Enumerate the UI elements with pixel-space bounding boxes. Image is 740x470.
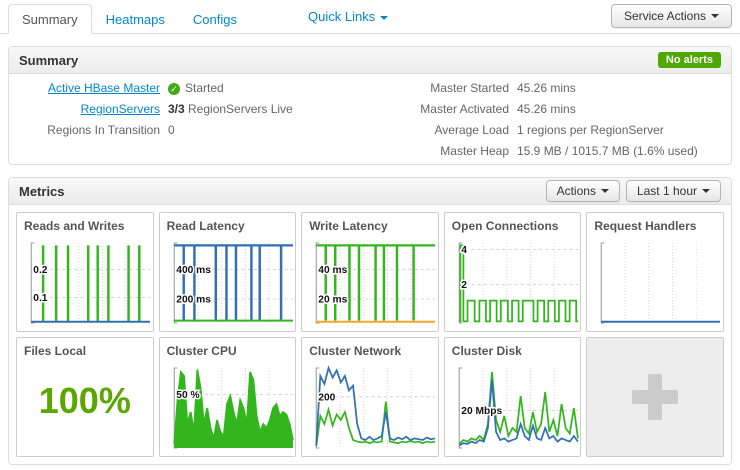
plus-icon: [632, 374, 678, 420]
tab-configs[interactable]: Configs: [179, 5, 251, 33]
metric-title-cluster-network: Cluster Network: [309, 344, 431, 358]
svg-text:200: 200: [318, 392, 335, 403]
svg-text:0.2: 0.2: [33, 265, 48, 276]
summary-panel-title: Summary: [19, 53, 78, 68]
chart-cluster-cpu: 50 %: [164, 365, 295, 451]
chevron-down-icon: [711, 14, 719, 18]
chart-reads-and-writes: 0.2 0.1: [21, 240, 152, 326]
svg-text:20 ms: 20 ms: [318, 295, 347, 306]
metric-title-cluster-cpu: Cluster CPU: [167, 344, 289, 358]
regionservers-link[interactable]: RegionServers: [15, 99, 160, 120]
summary-right-column: Master Started45.26 minsMaster Activated…: [309, 78, 737, 162]
regionservers-ratio: 3/3: [168, 102, 188, 116]
svg-text:4: 4: [461, 245, 467, 256]
svg-text:200 ms: 200 ms: [176, 295, 211, 306]
master-heap-value: 15.9 MB / 1015.7 MB (1.6% used): [517, 141, 698, 162]
metrics-panel-heading: Metrics Actions Last 1 hour: [9, 178, 731, 205]
svg-text:400 ms: 400 ms: [176, 265, 211, 276]
chevron-down-icon: [601, 189, 609, 193]
svg-text:2: 2: [461, 280, 467, 291]
master-started-label: Master Started: [309, 78, 509, 99]
metric-title-open-connections: Open Connections: [452, 219, 574, 233]
regionservers-value: 3/3 RegionServers Live: [168, 99, 293, 120]
metric-title-reads-and-writes: Reads and Writes: [24, 219, 146, 233]
summary-row-master-started: Master Started 45.26 mins: [309, 78, 737, 99]
metric-title-request-handlers: Request Handlers: [594, 219, 716, 233]
metrics-heading-buttons: Actions Last 1 hour: [546, 180, 721, 202]
metrics-panel: Metrics Actions Last 1 hour Reads and Wr…: [8, 177, 732, 465]
svg-text:20 Mbps: 20 Mbps: [461, 406, 502, 417]
metrics-panel-title: Metrics: [19, 184, 65, 199]
hbase-service-page: Summary Heatmaps Configs Quick Links Ser…: [0, 0, 740, 470]
master-heap-label: Master Heap: [309, 141, 509, 162]
active-hbase-master-link[interactable]: Active HBase Master: [15, 78, 160, 99]
average-load-label: Average Load: [309, 120, 509, 141]
summary-row-master-activated: Master Activated 45.26 mins: [309, 99, 737, 120]
master-activated-label: Master Activated: [309, 99, 509, 120]
metric-title-files-local: Files Local: [24, 344, 146, 358]
average-load-value: 1 regions per RegionServer: [517, 120, 664, 141]
tab-heatmaps[interactable]: Heatmaps: [92, 5, 179, 33]
summary-row-average-load: Average Load 1 regions per RegionServer: [309, 120, 737, 141]
metrics-actions-button[interactable]: Actions: [546, 180, 620, 202]
metric-tiles-grid: Reads and Writes 0.2 0.1 Read Latency 400 ms…: [9, 205, 731, 464]
metric-title-write-latency: Write Latency: [309, 219, 431, 233]
quick-links-label: Quick Links: [308, 9, 375, 24]
active-hbase-master-value: ✓Started: [168, 78, 224, 99]
chart-read-latency: 400 ms 200 ms: [164, 240, 295, 326]
svg-text:0.1: 0.1: [33, 293, 48, 304]
metric-tile-reads-and-writes[interactable]: Reads and Writes 0.2 0.1: [16, 212, 154, 332]
no-alerts-badge[interactable]: No alerts: [658, 52, 721, 68]
regions-in-transition-value: 0: [168, 120, 175, 141]
status-started-check-icon: ✓: [168, 83, 180, 95]
chart-open-connections: 42: [449, 240, 580, 326]
chevron-down-icon: [702, 189, 710, 193]
summary-panel-heading: Summary No alerts: [9, 47, 731, 74]
service-actions-button[interactable]: Service Actions: [611, 4, 732, 28]
master-activated-value: 45.26 mins: [517, 99, 576, 120]
svg-text:50 %: 50 %: [176, 390, 199, 401]
regions-in-transition-label: Regions In Transition: [15, 120, 160, 141]
chart-write-latency: 40 ms 20 ms: [306, 240, 437, 326]
svg-text:40 ms: 40 ms: [318, 265, 347, 276]
chart-request-handlers: [591, 240, 722, 326]
metric-tile-request-handlers[interactable]: Request Handlers: [586, 212, 724, 332]
chart-cluster-disk: 20 Mbps: [449, 365, 580, 451]
metrics-actions-label: Actions: [557, 184, 596, 198]
metric-tile-cluster-disk[interactable]: Cluster Disk 20 Mbps: [444, 337, 582, 457]
chart-cluster-network: 200: [306, 365, 437, 451]
summary-panel: Summary No alerts Active HBase Master ✓St…: [8, 46, 732, 165]
add-widget-tile[interactable]: [586, 337, 724, 457]
quick-links-dropdown[interactable]: Quick Links: [308, 9, 388, 24]
metric-title-cluster-disk: Cluster Disk: [452, 344, 574, 358]
service-actions-label: Service Actions: [624, 9, 706, 23]
summary-body: Active HBase Master ✓Started RegionServers…: [9, 74, 731, 164]
metric-tile-write-latency[interactable]: Write Latency 40 ms 20 ms: [301, 212, 439, 332]
service-tabbar: Summary Heatmaps Configs Quick Links Ser…: [0, 0, 740, 34]
metric-tile-read-latency[interactable]: Read Latency 400 ms 200 ms: [159, 212, 297, 332]
metric-tile-cluster-cpu[interactable]: Cluster CPU 50 %: [159, 337, 297, 457]
time-range-label: Last 1 hour: [637, 184, 697, 198]
metric-title-read-latency: Read Latency: [167, 219, 289, 233]
master-started-value: 45.26 mins: [517, 78, 576, 99]
chevron-down-icon: [380, 16, 388, 20]
metric-tile-files-local[interactable]: Files Local100%: [16, 337, 154, 457]
metric-tile-cluster-network[interactable]: Cluster Network 200: [301, 337, 439, 457]
time-range-button[interactable]: Last 1 hour: [626, 180, 721, 202]
metric-tile-open-connections[interactable]: Open Connections42: [444, 212, 582, 332]
summary-row-master-heap: Master Heap 15.9 MB / 1015.7 MB (1.6% use…: [309, 141, 737, 162]
tab-summary[interactable]: Summary: [8, 4, 92, 34]
files-local-value: 100%: [24, 358, 146, 444]
